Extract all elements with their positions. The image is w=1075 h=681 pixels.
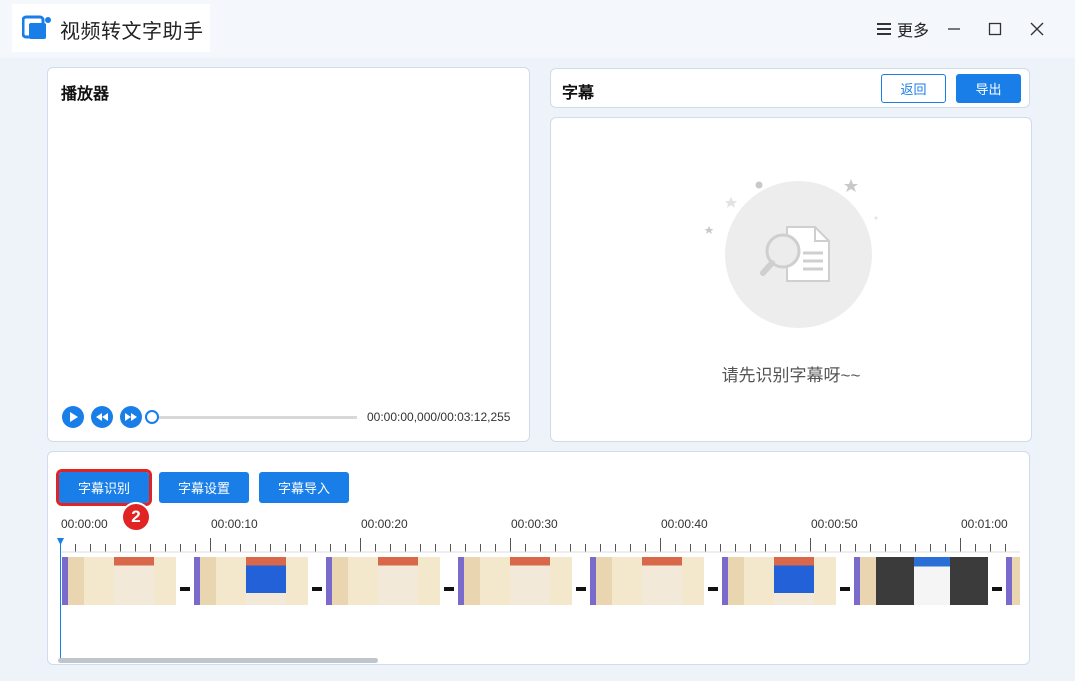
thumbnail-mark <box>840 587 850 591</box>
video-thumbnail <box>642 557 682 605</box>
progress-knob[interactable] <box>145 410 159 424</box>
fast-forward-icon <box>125 413 137 421</box>
thumbnail-mark <box>992 587 1002 591</box>
tick-label: 00:00:40 <box>661 517 708 531</box>
video-thumbnail <box>836 557 854 605</box>
video-thumbnail <box>440 557 458 605</box>
thumbnail-mark <box>708 587 718 591</box>
video-thumbnail <box>744 557 774 605</box>
subtitle-recognize-button[interactable]: 字幕识别 <box>56 469 152 506</box>
play-button[interactable] <box>62 406 84 428</box>
video-thumbnail <box>458 557 480 605</box>
close-button[interactable] <box>1023 14 1051 44</box>
video-thumbnail <box>480 557 510 605</box>
search-document-icon <box>760 226 830 282</box>
video-thumbnail <box>378 557 418 605</box>
video-thumbnail <box>682 557 704 605</box>
more-label: 更多 <box>896 23 929 40</box>
title-bar-drag-area <box>210 4 872 52</box>
rewind-icon <box>96 413 108 421</box>
minimize-button[interactable] <box>940 14 968 44</box>
video-thumbnail <box>914 557 950 605</box>
video-thumbnail <box>572 557 590 605</box>
video-thumbnail <box>308 557 326 605</box>
export-button[interactable]: 导出 <box>956 74 1021 103</box>
tick-label: 00:00:50 <box>811 517 858 531</box>
play-icon <box>70 412 78 422</box>
tick-label: 00:01:00 <box>961 517 1008 531</box>
video-thumbnail <box>216 557 246 605</box>
app-logo-icon <box>22 15 51 39</box>
video-thumbnail <box>194 557 216 605</box>
progress-track[interactable] <box>152 416 357 419</box>
more-button[interactable]: 更多 <box>872 14 934 44</box>
player-title: 播放器 <box>61 86 110 103</box>
subtitle-import-button[interactable]: 字幕导入 <box>259 472 349 503</box>
subtitle-content: 请先识别字幕呀~~ <box>550 117 1032 442</box>
tick-label: 00:00:00 <box>61 517 108 531</box>
video-thumbnail <box>854 557 876 605</box>
thumbnail-mark <box>444 587 454 591</box>
video-thumbnail <box>154 557 176 605</box>
subtitle-header: 字幕 返回 导出 <box>550 68 1030 108</box>
video-thumbnail <box>612 557 642 605</box>
close-icon <box>1030 22 1044 36</box>
timeline-ruler[interactable] <box>60 538 1020 554</box>
player-panel: 播放器 00:00:00,000/00:03:12,255 <box>47 67 530 442</box>
subtitle-settings-button[interactable]: 字幕设置 <box>159 472 249 503</box>
video-thumbnail <box>590 557 612 605</box>
maximize-icon <box>988 22 1002 36</box>
horizontal-scrollbar[interactable] <box>58 658 378 663</box>
video-thumbnail <box>550 557 572 605</box>
video-thumbnail <box>722 557 744 605</box>
video-thumbnail <box>246 557 286 605</box>
video-thumbnail <box>876 557 914 605</box>
thumbnail-mark <box>180 587 190 591</box>
subtitle-title: 字幕 <box>562 85 595 102</box>
video-thumbnail <box>114 557 154 605</box>
minimize-icon <box>948 28 960 30</box>
time-display: 00:00:00,000/00:03:12,255 <box>367 410 511 424</box>
video-thumbnail <box>1006 557 1020 605</box>
video-area[interactable] <box>49 108 529 393</box>
rewind-button[interactable] <box>91 406 113 428</box>
video-thumbnail <box>814 557 836 605</box>
video-thumbnail <box>950 557 988 605</box>
video-thumbnail <box>704 557 722 605</box>
empty-state-text: 请先识别字幕呀~~ <box>721 366 861 385</box>
video-thumbnail <box>510 557 550 605</box>
video-thumbnail <box>418 557 440 605</box>
video-thumbnail-strip[interactable] <box>62 557 1020 605</box>
empty-state-illustration <box>725 181 872 328</box>
maximize-button[interactable] <box>981 14 1009 44</box>
video-thumbnail <box>774 557 814 605</box>
video-thumbnail <box>988 557 1006 605</box>
title-bar: 视频转文字助手 更多 <box>0 0 1075 58</box>
video-thumbnail <box>286 557 308 605</box>
step-badge: 2 <box>121 502 151 532</box>
thumbnail-mark <box>576 587 586 591</box>
back-button[interactable]: 返回 <box>881 74 946 103</box>
tick-label: 00:00:30 <box>511 517 558 531</box>
fast-forward-button[interactable] <box>120 406 142 428</box>
video-thumbnail <box>176 557 194 605</box>
video-thumbnail <box>348 557 378 605</box>
thumbnail-mark <box>312 587 322 591</box>
video-thumbnail <box>62 557 84 605</box>
playhead[interactable] <box>60 538 61 660</box>
timeline-panel: 字幕识别 字幕设置 字幕导入 2 00:00:00 00:00:10 00:00… <box>47 451 1030 665</box>
video-thumbnail <box>84 557 114 605</box>
tick-label: 00:00:20 <box>361 517 408 531</box>
app-title: 视频转文字助手 <box>60 21 204 43</box>
tick-label: 00:00:10 <box>211 517 258 531</box>
menu-icon <box>876 23 891 35</box>
video-thumbnail <box>326 557 348 605</box>
